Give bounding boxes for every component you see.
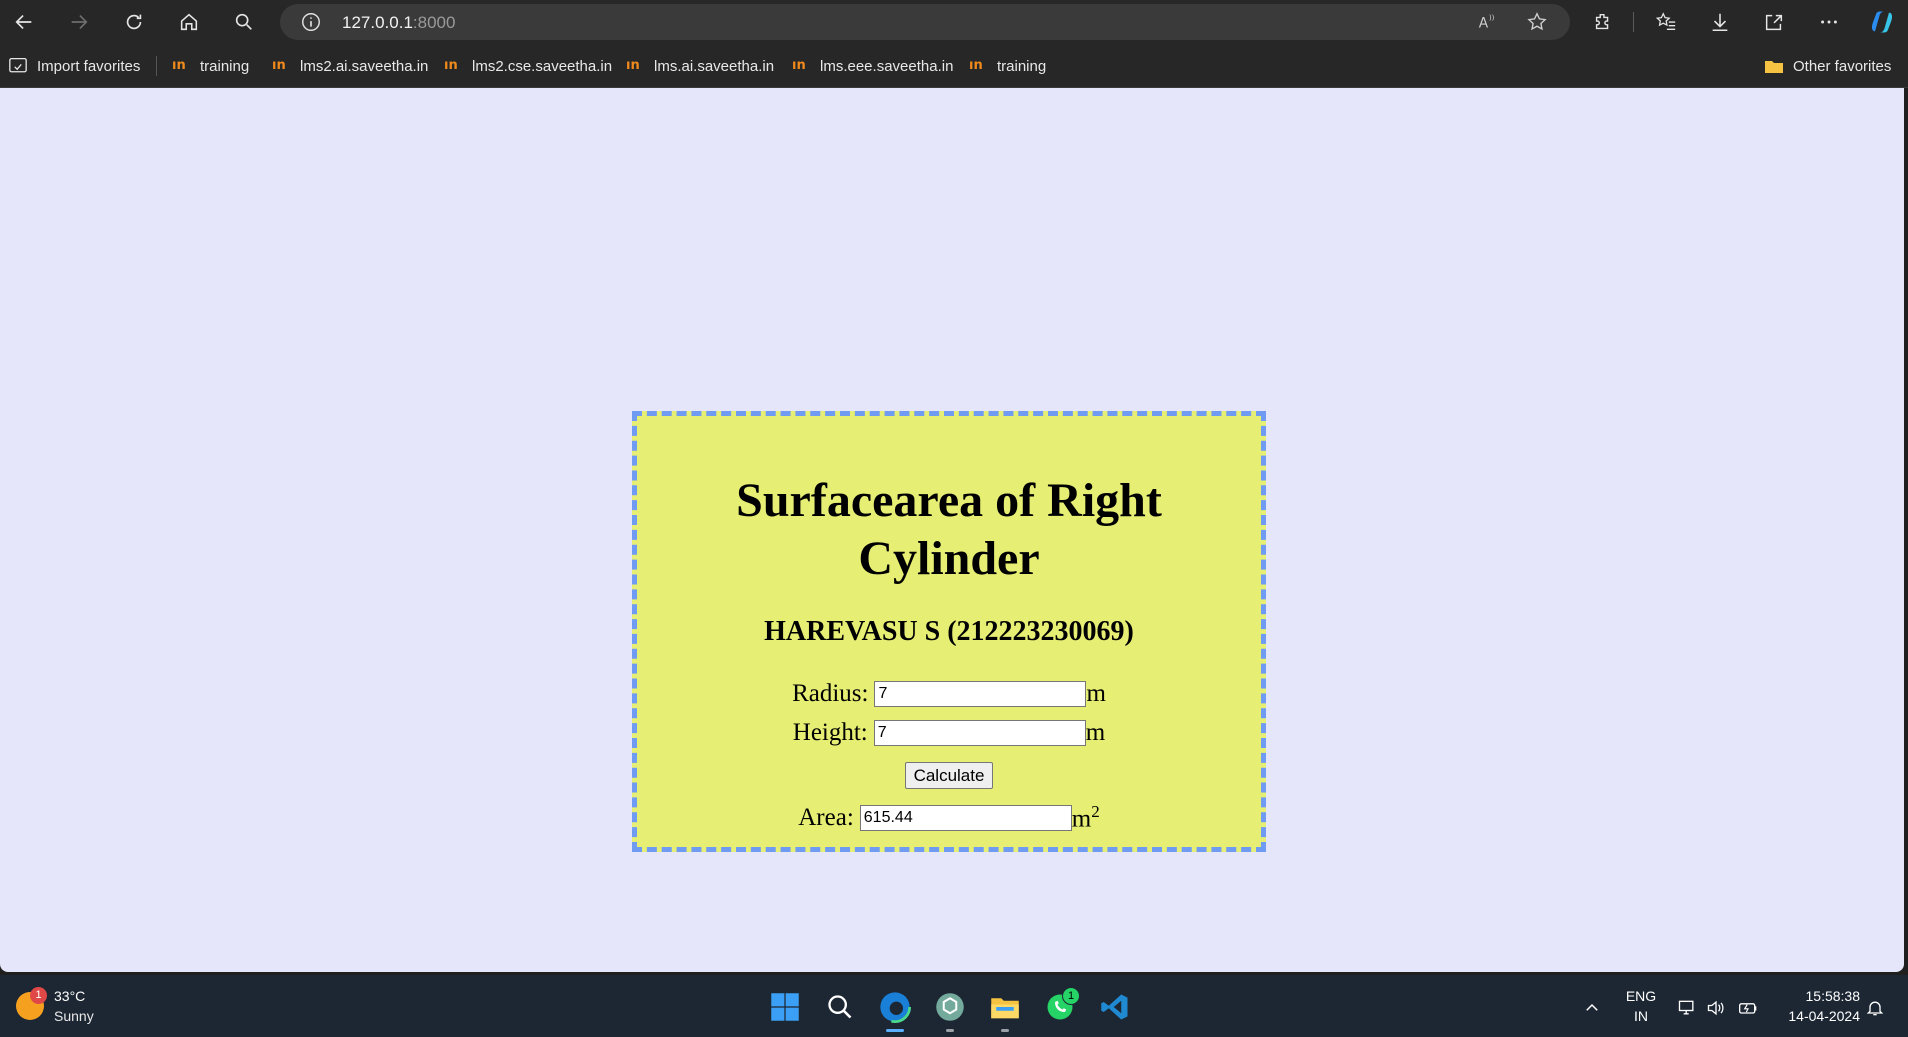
clock-date[interactable]: 14-04-2024	[1770, 1008, 1860, 1024]
home-button[interactable]	[171, 6, 207, 38]
forward-button[interactable]	[61, 6, 97, 38]
bookmark-label: lms2.ai.saveetha.in	[300, 57, 429, 75]
area-output[interactable]	[859, 804, 1072, 831]
copilot-icon[interactable]	[1868, 8, 1896, 36]
bookmark-lms-eee[interactable]: ın lms.eee.saveetha.in	[792, 55, 953, 77]
bookmark-label: lms.eee.saveetha.in	[820, 57, 954, 75]
info-icon[interactable]	[300, 11, 322, 33]
svg-text:A: A	[1479, 16, 1489, 32]
notification-bell-icon[interactable]	[1864, 997, 1886, 1019]
file-explorer-icon[interactable]	[988, 990, 1022, 1024]
whatsapp-badge: 1	[1062, 987, 1080, 1005]
network-icon[interactable]	[1676, 997, 1698, 1019]
height-unit: m	[1085, 719, 1106, 746]
search-button[interactable]	[226, 6, 262, 38]
author-heading: HAREVASU S (212223230069)	[764, 616, 1134, 647]
favorites-icon[interactable]	[1652, 8, 1680, 36]
edge-icon[interactable]	[878, 990, 912, 1024]
weather-badge: 1	[30, 987, 47, 1004]
address-bar[interactable]: 127.0.0.1:8000 A))	[280, 4, 1570, 40]
bookmarks-bar: Import favorites ın training ın lms2.ai.sa…	[0, 44, 1908, 88]
arrow-left-icon	[15, 14, 32, 30]
title-line-2: Cylinder	[858, 532, 1040, 585]
site-favicon: ın	[172, 58, 186, 73]
bookmarks-divider	[156, 56, 157, 76]
folder-icon	[1765, 61, 1783, 73]
more-options-icon[interactable]	[1815, 8, 1843, 36]
bookmark-lms-ai[interactable]: ın lms.ai.saveetha.in	[626, 55, 774, 77]
back-button[interactable]	[6, 6, 42, 38]
vscode-icon[interactable]	[1098, 990, 1132, 1024]
site-favicon: ın	[272, 58, 286, 73]
height-input[interactable]	[873, 720, 1086, 746]
refresh-button[interactable]	[116, 6, 152, 38]
bookmark-lms2-ai[interactable]: ın lms2.ai.saveetha.in	[272, 55, 428, 77]
download-icon[interactable]	[1706, 8, 1734, 36]
open-app-indicator	[1001, 1029, 1009, 1032]
url-port: :8000	[412, 13, 456, 32]
import-icon	[9, 57, 27, 73]
area-unit-base: m	[1071, 805, 1092, 833]
area-label: Area:	[798, 803, 854, 831]
search-icon	[235, 13, 252, 30]
bookmark-training-2[interactable]: ın training	[969, 55, 1046, 77]
area-row: Area: m2	[637, 802, 1261, 833]
battery-icon[interactable]	[1737, 997, 1759, 1019]
chatgpt-icon[interactable]	[933, 990, 967, 1024]
open-app-indicator	[946, 1029, 954, 1032]
height-row: Height: m	[637, 719, 1261, 747]
radius-row: Radius: m	[637, 680, 1261, 708]
radius-label: Radius:	[792, 680, 869, 707]
bookmark-label: Import favorites	[37, 57, 141, 75]
browser-toolbar: 127.0.0.1:8000 A))	[0, 0, 1908, 44]
calculate-button[interactable]: Calculate	[904, 762, 994, 789]
page-viewport: Surfacearea of Right Cylinder HAREVASU S…	[0, 88, 1904, 972]
title-line-1: Surfacearea of Right	[736, 474, 1162, 527]
active-app-indicator	[886, 1029, 904, 1032]
radius-input[interactable]	[874, 681, 1087, 707]
read-aloud-icon[interactable]: A))	[1474, 10, 1500, 34]
radius-unit: m	[1086, 680, 1106, 707]
site-favicon: ın	[969, 58, 983, 73]
page-title: Surfacearea of Right Cylinder	[637, 472, 1261, 588]
weather-temp[interactable]: 33°C	[54, 988, 85, 1004]
clock-time[interactable]: 15:58:38	[1770, 988, 1861, 1004]
extensions-icon[interactable]	[1589, 8, 1617, 36]
toolbar-divider	[1633, 12, 1634, 32]
site-favicon: ın	[626, 58, 640, 73]
share-icon[interactable]	[1760, 8, 1788, 36]
site-favicon: ın	[792, 58, 806, 73]
volume-icon[interactable]	[1705, 997, 1727, 1019]
taskbar: 1 33°C Sunny 1 ENG IN 15:58:38 14-04-202…	[0, 975, 1908, 1037]
area-unit-power: 2	[1091, 802, 1100, 821]
bookmark-import-favorites[interactable]: Import favorites	[8, 55, 140, 77]
star-icon[interactable]	[1524, 10, 1550, 34]
bookmark-lms2-cse[interactable]: ın lms2.cse.saveetha.in	[444, 55, 612, 77]
url-host: 127.0.0.1	[342, 13, 413, 32]
height-label: Height:	[792, 719, 868, 746]
svg-text:)): ))	[1489, 13, 1495, 22]
calculator-card: Surfacearea of Right Cylinder HAREVASU S…	[632, 411, 1266, 852]
start-icon[interactable]	[768, 990, 802, 1024]
bookmark-label: training	[997, 57, 1047, 75]
other-favorites-label: Other favorites	[1793, 57, 1892, 75]
bookmark-label: lms2.cse.saveetha.in	[472, 57, 613, 75]
region-indicator[interactable]: IN	[1622, 1008, 1660, 1024]
bookmark-label: lms.ai.saveetha.in	[654, 57, 775, 75]
refresh-icon	[126, 14, 142, 30]
arrow-right-icon	[71, 14, 88, 30]
area-unit: m2	[1072, 802, 1100, 833]
other-favorites[interactable]: Other favorites	[1764, 55, 1891, 77]
bookmark-label: training	[200, 57, 250, 75]
chevron-up-icon[interactable]	[1581, 997, 1603, 1019]
language-indicator[interactable]: ENG	[1622, 988, 1660, 1004]
button-row: Calculate	[637, 762, 1261, 789]
bookmark-training[interactable]: ın training	[172, 55, 249, 77]
home-icon	[180, 13, 198, 31]
site-favicon: ın	[444, 58, 458, 73]
weather-desc[interactable]: Sunny	[54, 1008, 94, 1024]
taskbar-search-icon[interactable]	[823, 990, 857, 1024]
url-text[interactable]: 127.0.0.1:8000	[342, 13, 455, 33]
